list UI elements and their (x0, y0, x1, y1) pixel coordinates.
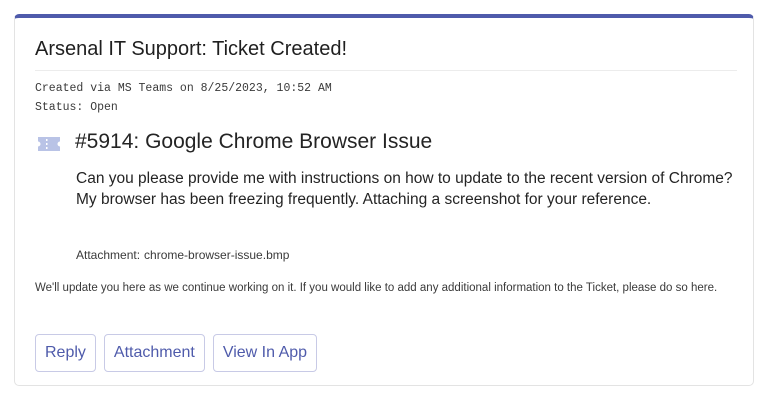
attachment-info: Attachment: chrome-browser-issue.bmp (76, 248, 289, 262)
created-info: Created via MS Teams on 8/25/2023, 10:52… (35, 82, 332, 95)
action-bar: Reply Attachment View In App (35, 334, 318, 372)
attachment-button[interactable]: Attachment (103, 334, 205, 372)
view-in-app-button[interactable]: View In App (212, 334, 318, 372)
ticket-description: Can you please provide me with instructi… (76, 170, 733, 208)
attachment-label: Attachment: (76, 248, 141, 262)
ticket-card: Arsenal IT Support: Ticket Created! Crea… (14, 14, 754, 386)
card-title: Arsenal IT Support: Ticket Created! (35, 38, 348, 60)
attachment-filename: chrome-browser-issue.bmp (144, 248, 290, 262)
ticket-icon (38, 137, 60, 151)
status-info: Status: Open (35, 101, 118, 114)
reply-button[interactable]: Reply (35, 334, 96, 372)
footer-note: We'll update you here as we continue wor… (35, 282, 718, 294)
title-divider (35, 70, 737, 71)
ticket-title: #5914: Google Chrome Browser Issue (75, 130, 433, 153)
